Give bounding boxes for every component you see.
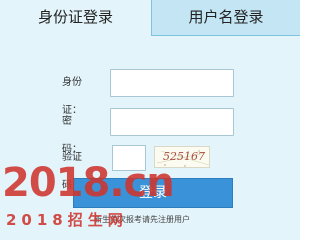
tab-id-card-login[interactable]: 身份证登录 [0,0,152,36]
captcha-image[interactable]: 525167 [154,146,210,168]
id-card-input[interactable] [110,69,234,97]
tab-username-login[interactable]: 用户名登录 [152,0,300,36]
register-hint: 新生首次报考请先注册用户 [94,214,190,225]
login-button[interactable]: 登录 [73,178,233,208]
captcha-code: 525167 [163,150,205,163]
password-input[interactable] [110,108,234,136]
register-link[interactable]: 新生首次报考请先注册用户 [94,215,190,224]
login-tab-bar: 身份证登录 用户名登录 [0,0,300,36]
login-widget: 身份证登录 用户名登录 身份证： 密 码： 验证码： 525167 登录 新生首… [0,0,300,240]
captcha-input[interactable] [112,145,146,171]
